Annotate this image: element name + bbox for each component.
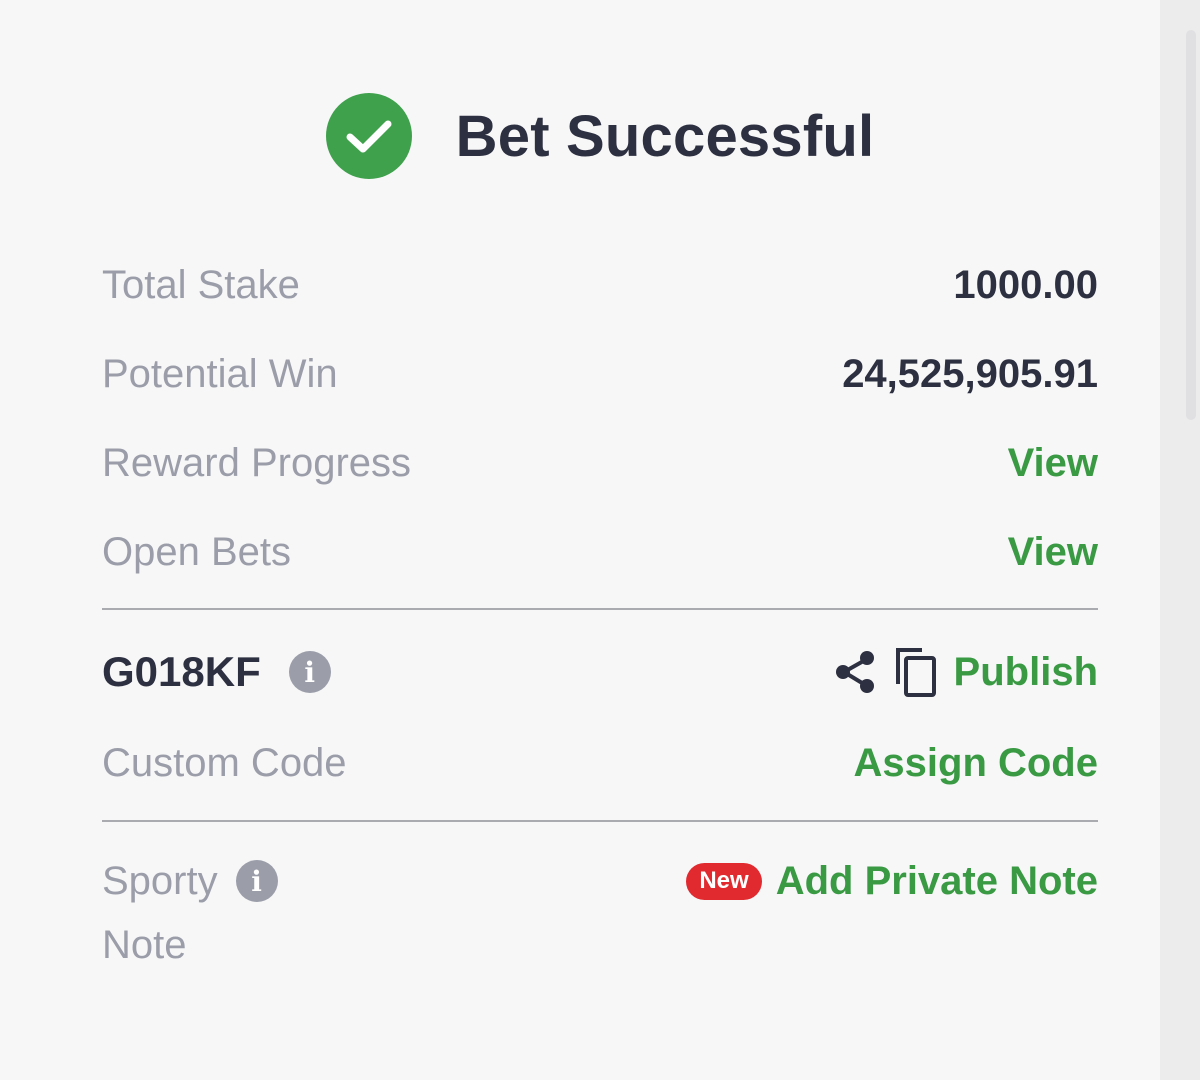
- success-header: Bet Successful: [0, 92, 1160, 180]
- share-icon[interactable]: [834, 649, 878, 695]
- custom-code-row: Custom Code Assign Code: [102, 736, 1098, 790]
- copy-icon[interactable]: [894, 646, 938, 698]
- add-note-group: New Add Private Note: [686, 858, 1098, 904]
- sporty-note-label: Sporty: [102, 858, 218, 903]
- sporty-note-row: Sporty i Note New Add Private Note: [102, 858, 1098, 986]
- open-bets-view-link[interactable]: View: [1008, 530, 1098, 575]
- custom-code-label: Custom Code: [102, 740, 347, 785]
- booking-code-row: G018KF i Publish: [102, 644, 1098, 700]
- open-bets-label: Open Bets: [102, 529, 292, 574]
- page-title: Bet Successful: [455, 103, 875, 169]
- info-icon[interactable]: i: [288, 651, 331, 693]
- potential-win-row: Potential Win 24,525,905.91: [102, 347, 1098, 401]
- assign-code-button[interactable]: Assign Code: [854, 741, 1098, 786]
- publish-button[interactable]: Publish: [954, 650, 1098, 695]
- open-bets-row: Open Bets View: [102, 525, 1098, 579]
- sporty-note-label-group: Sporty i Note: [102, 858, 278, 968]
- divider: [102, 820, 1098, 822]
- total-stake-value: 1000.00: [953, 262, 1098, 307]
- reward-progress-view-link[interactable]: View: [1008, 441, 1098, 486]
- reward-progress-row: Reward Progress View: [102, 436, 1098, 490]
- total-stake-label: Total Stake: [102, 262, 300, 307]
- check-circle-icon: [325, 93, 412, 179]
- info-icon[interactable]: i: [235, 860, 278, 902]
- potential-win-value: 24,525,905.91: [842, 351, 1098, 396]
- reward-progress-label: Reward Progress: [102, 440, 412, 485]
- bet-success-panel: Bet Successful Total Stake 1000.00 Poten…: [0, 0, 1160, 1080]
- booking-code: G018KF: [102, 648, 261, 695]
- total-stake-row: Total Stake 1000.00: [102, 258, 1098, 312]
- booking-actions: Publish: [834, 646, 1098, 698]
- new-badge: New: [686, 862, 762, 900]
- booking-code-group: G018KF i: [102, 648, 331, 696]
- scrollbar-thumb[interactable]: [1186, 30, 1196, 420]
- potential-win-label: Potential Win: [102, 351, 338, 396]
- divider: [102, 608, 1098, 610]
- add-private-note-button[interactable]: Add Private Note: [776, 859, 1098, 904]
- sporty-note-label-continued: Note: [102, 922, 187, 967]
